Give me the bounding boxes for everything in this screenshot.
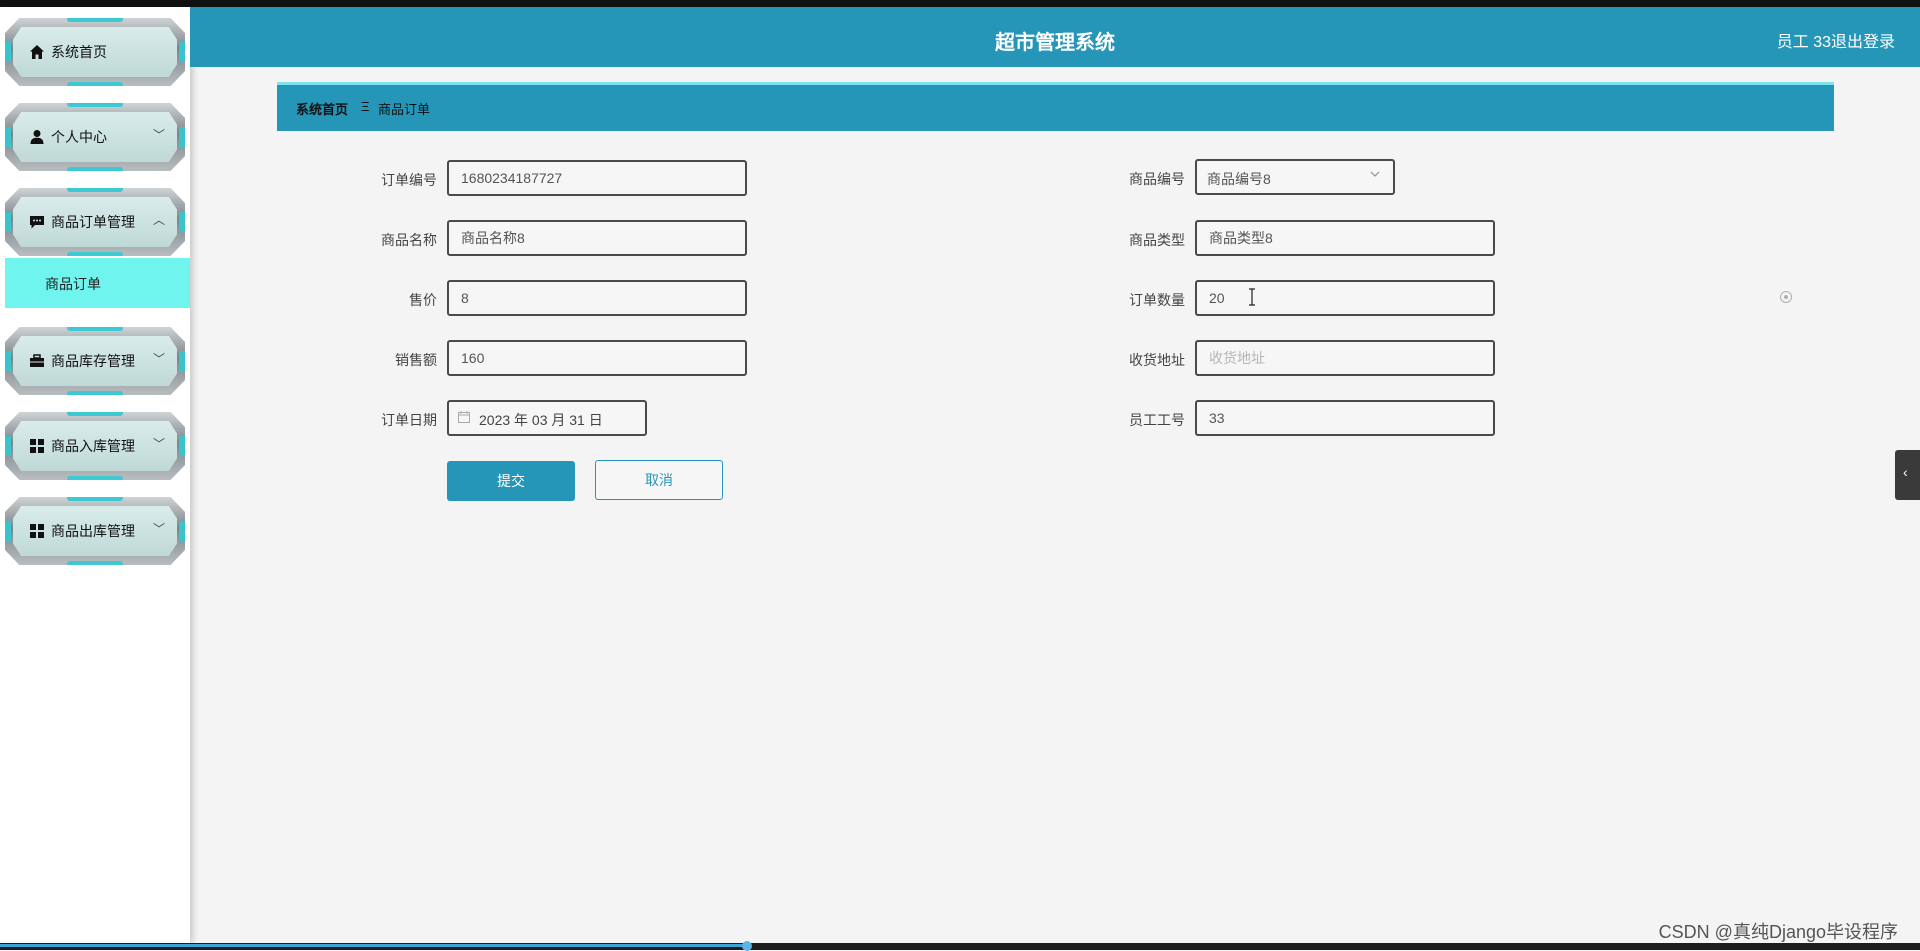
sidebar-item-order-management[interactable]: 商品订单管理 ︿ <box>5 188 185 256</box>
price-label: 售价 <box>409 292 437 308</box>
sidebar-item-inventory-management[interactable]: 商品库存管理 ﹀ <box>5 327 185 395</box>
chat-icon <box>29 214 45 230</box>
home-icon <box>29 44 45 60</box>
product-name-input[interactable] <box>447 220 747 256</box>
product-type-label: 商品类型 <box>1129 232 1185 248</box>
order-date-value: 2023 年 03 月 31 日 <box>479 412 603 428</box>
breadcrumb-home[interactable]: 系统首页 <box>296 99 348 118</box>
sidebar-subitem-label: 商品订单 <box>45 276 101 292</box>
quantity-label: 订单数量 <box>1129 292 1185 308</box>
address-label: 收货地址 <box>1129 352 1185 368</box>
app-title: 超市管理系统 <box>995 32 1115 54</box>
panel-toggle-button[interactable]: ‹ <box>1895 450 1920 500</box>
sidebar-item-label: 商品订单管理 <box>51 214 135 230</box>
sidebar-item-personal-center[interactable]: 个人中心 ﹀ <box>5 103 185 171</box>
chevron-left-icon: ‹ <box>1903 464 1908 480</box>
address-input[interactable] <box>1195 340 1495 376</box>
product-no-value: 商品编号8 <box>1207 171 1271 187</box>
logout-link[interactable]: 退出登录 <box>1831 28 1895 52</box>
window-top-band <box>0 0 1920 7</box>
current-user: 员工 33 <box>1776 34 1831 51</box>
sidebar-item-label: 商品出库管理 <box>51 523 135 539</box>
order-no-input[interactable] <box>447 160 747 196</box>
product-type-input[interactable] <box>1195 220 1495 256</box>
chevron-down-icon: ﹀ <box>152 352 165 366</box>
progress-fill <box>0 944 748 947</box>
submit-button[interactable]: 提交 <box>447 461 575 501</box>
calendar-icon <box>458 410 470 423</box>
grid-icon <box>29 523 45 539</box>
breadcrumb-current: 商品订单 <box>378 102 431 117</box>
chevron-down-icon <box>1369 168 1381 183</box>
product-name-label: 商品名称 <box>381 232 437 248</box>
cancel-button[interactable]: 取消 <box>595 460 723 500</box>
sidebar-item-label: 个人中心 <box>51 129 107 145</box>
text-cursor-icon <box>1248 288 1256 306</box>
sales-input[interactable] <box>447 340 747 376</box>
close-circle-icon[interactable] <box>1779 290 1793 304</box>
chevron-down-icon: ﹀ <box>152 128 165 142</box>
sidebar-subitem-orders[interactable]: 商品订单 <box>5 258 190 308</box>
chevron-down-icon: ﹀ <box>152 522 165 536</box>
employee-no-input[interactable] <box>1195 400 1495 436</box>
watermark: CSDN @真纯Django毕设程序 <box>1658 922 1898 942</box>
order-no-label: 订单编号 <box>381 172 437 188</box>
order-date-picker[interactable]: 2023 年 03 月 31 日 <box>447 400 647 436</box>
briefcase-icon <box>29 353 45 369</box>
grid-icon <box>29 438 45 454</box>
quantity-input[interactable] <box>1195 280 1495 316</box>
product-no-label: 商品编号 <box>1129 171 1185 187</box>
order-date-label: 订单日期 <box>381 412 437 428</box>
price-input[interactable] <box>447 280 747 316</box>
chevron-up-icon: ︿ <box>152 213 165 227</box>
breadcrumb-separator-icon: Ξ <box>361 99 370 114</box>
sidebar: 系统首页 个人中心 ﹀ 商品订单管理 ︿ 商品订单 商品库存管理 ﹀ 商品入库管… <box>0 7 190 943</box>
chevron-down-icon: ﹀ <box>152 437 165 451</box>
sidebar-item-label: 商品入库管理 <box>51 438 135 454</box>
sidebar-item-label: 系统首页 <box>51 44 107 60</box>
sidebar-item-home[interactable]: 系统首页 <box>5 18 185 86</box>
product-no-select[interactable]: 商品编号8 <box>1195 159 1395 195</box>
video-progress-bar[interactable] <box>0 941 1920 951</box>
breadcrumb: 系统首页 Ξ 商品订单 <box>277 82 1834 131</box>
sidebar-item-stock-in-management[interactable]: 商品入库管理 ﹀ <box>5 412 185 480</box>
sales-label: 销售额 <box>395 352 437 368</box>
employee-no-label: 员工工号 <box>1129 412 1185 428</box>
sidebar-item-label: 商品库存管理 <box>51 353 135 369</box>
sidebar-item-stock-out-management[interactable]: 商品出库管理 ﹀ <box>5 497 185 565</box>
user-icon <box>29 129 45 145</box>
top-header: 超市管理系统 员工 33 退出登录 <box>190 7 1920 67</box>
